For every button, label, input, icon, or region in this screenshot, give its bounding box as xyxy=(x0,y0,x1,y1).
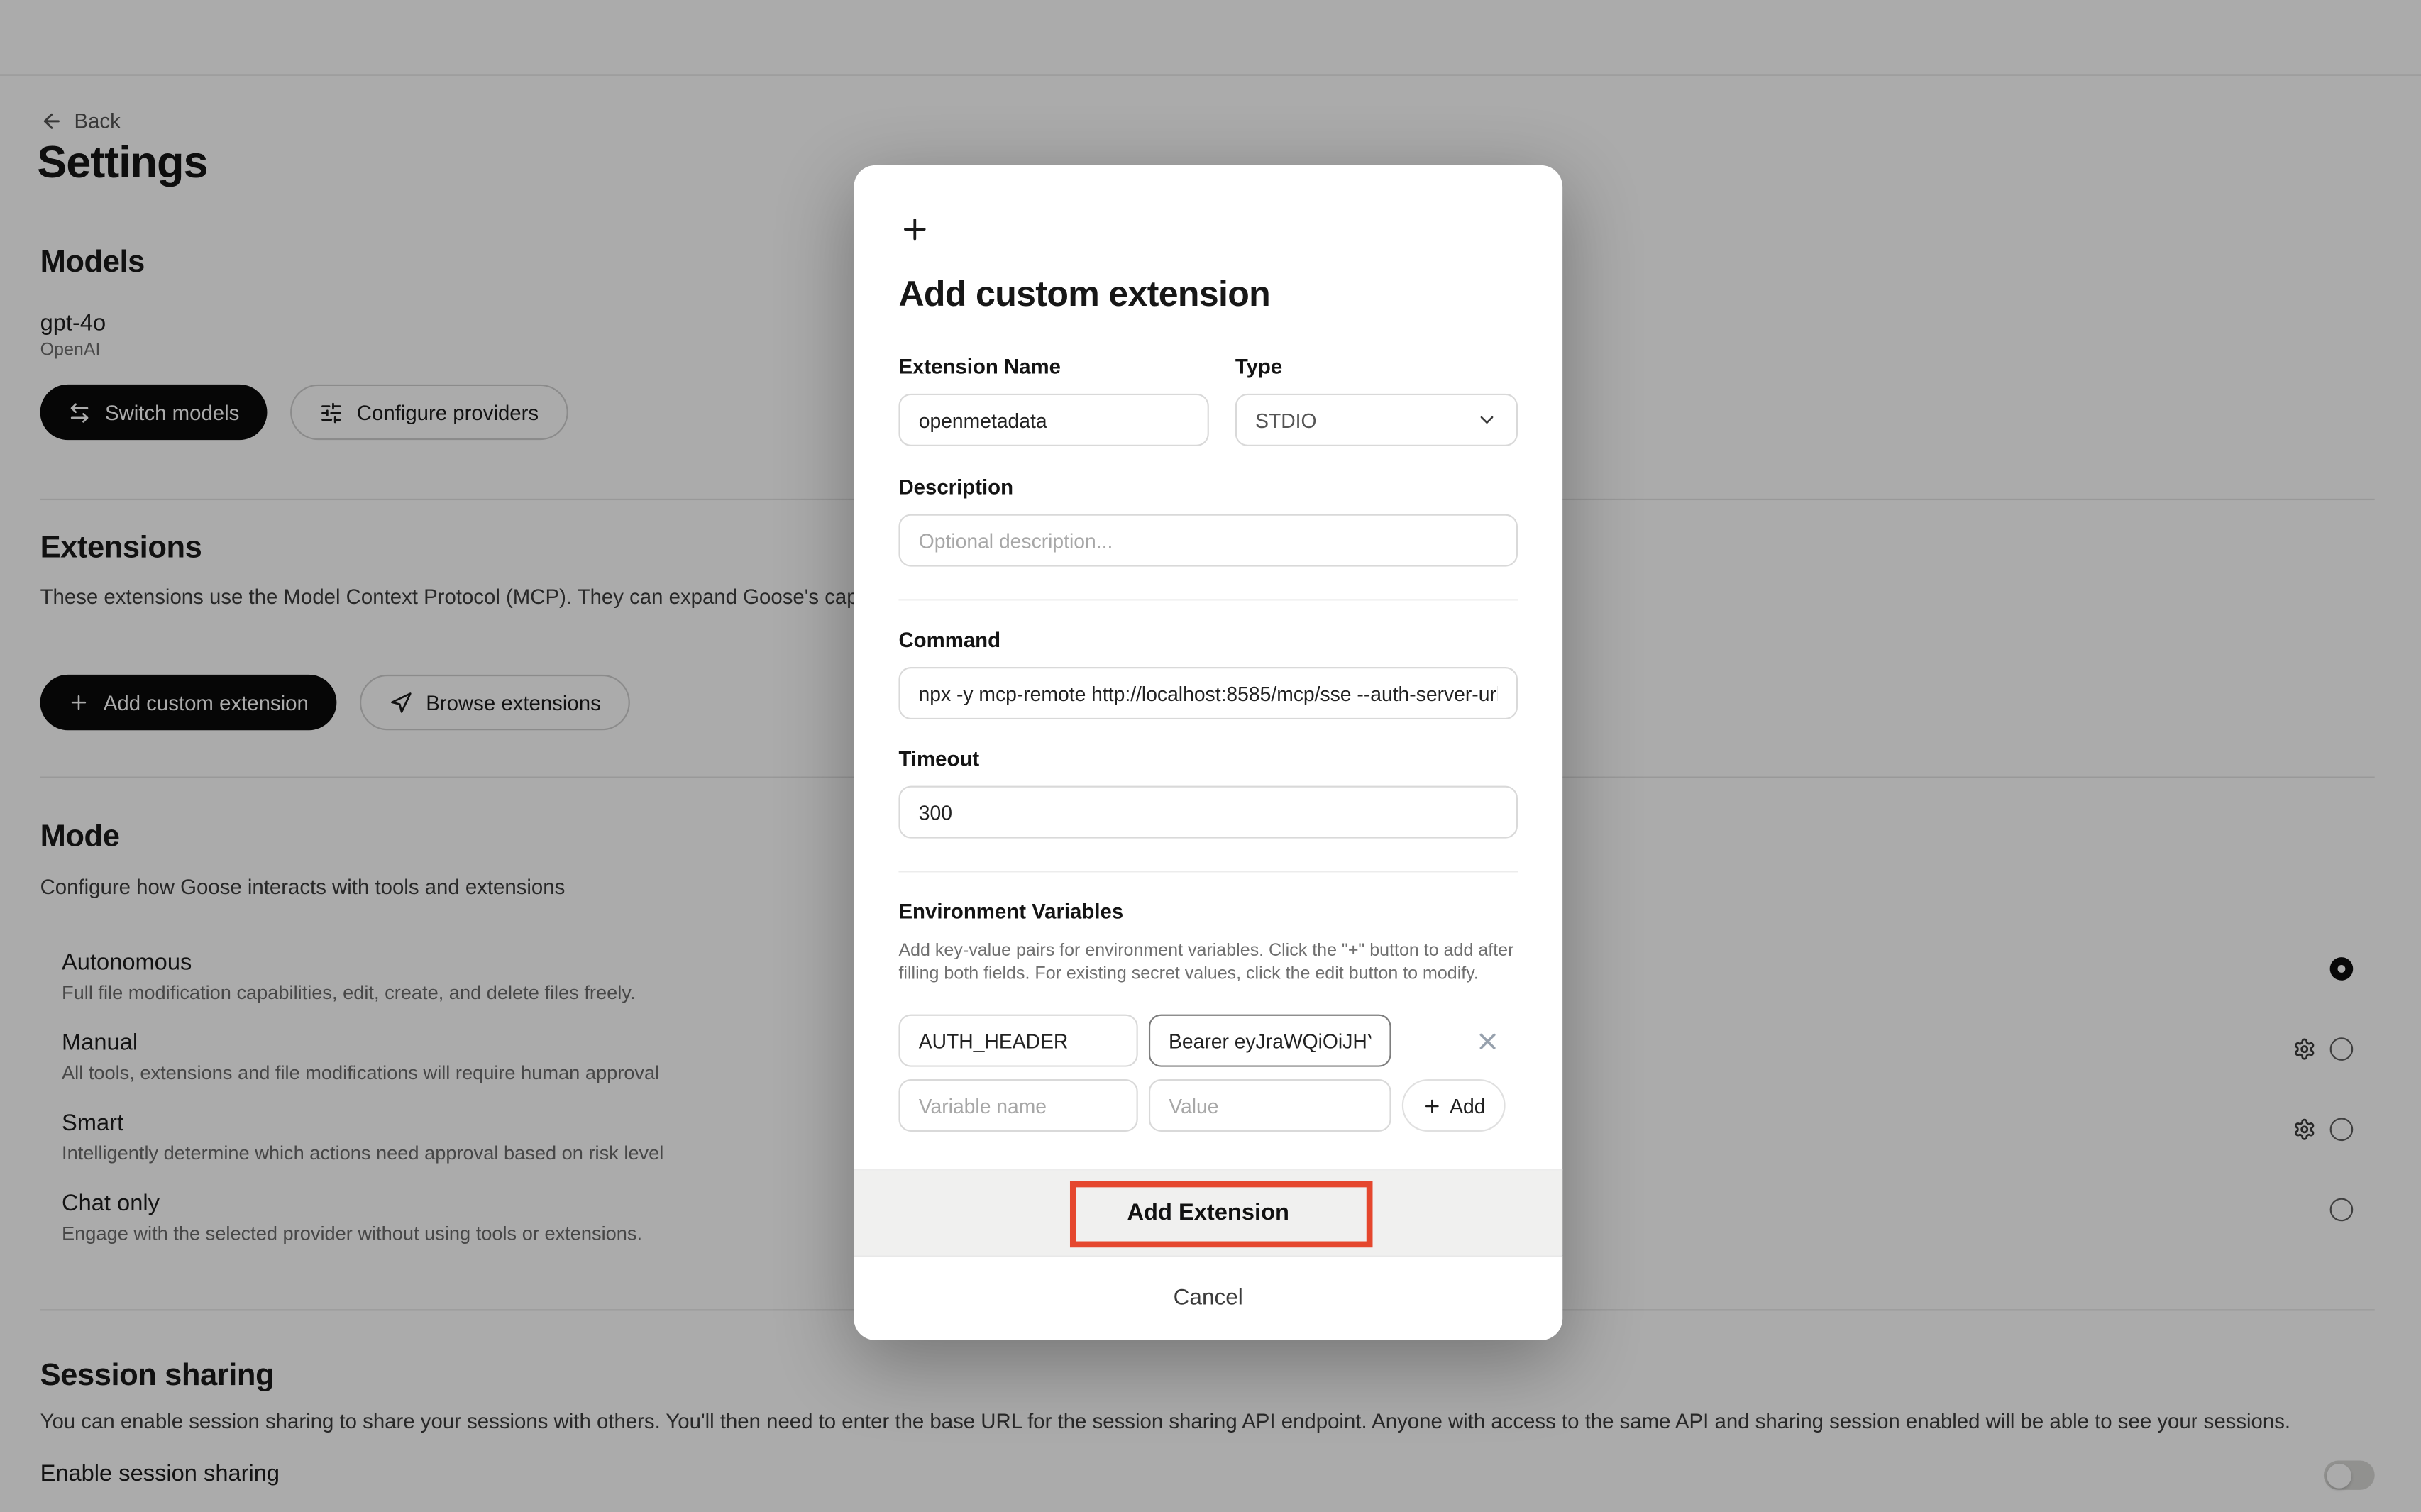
description-input[interactable] xyxy=(898,514,1518,567)
add-custom-extension-modal: Add custom extension Extension Name Type… xyxy=(854,165,1562,1340)
command-input[interactable] xyxy=(898,667,1518,719)
chevron-down-icon xyxy=(1476,409,1497,431)
type-select-value: STDIO xyxy=(1255,409,1316,432)
env-help-line-2: filling both fields. For existing secret… xyxy=(898,964,1518,987)
modal-divider xyxy=(898,871,1518,872)
timeout-label: Timeout xyxy=(898,746,1518,772)
type-label: Type xyxy=(1235,353,1518,380)
extension-name-label: Extension Name xyxy=(898,353,1208,380)
env-var-new-row: Add xyxy=(898,1079,1518,1132)
env-new-value-input[interactable] xyxy=(1149,1079,1391,1132)
env-var-row xyxy=(898,1015,1518,1067)
add-extension-button[interactable]: Add Extension xyxy=(854,1169,1562,1255)
env-key-input[interactable] xyxy=(898,1015,1137,1067)
env-value-input[interactable] xyxy=(1149,1015,1391,1067)
modal-title: Add custom extension xyxy=(898,275,1518,311)
plus-icon xyxy=(898,213,931,245)
environment-variables-heading: Environment Variables xyxy=(898,898,1518,925)
plus-icon xyxy=(1422,1096,1442,1115)
cancel-label: Cancel xyxy=(1174,1286,1243,1311)
app-window: Back Settings Models gpt-4o OpenAI Switc… xyxy=(0,0,2421,1512)
type-select[interactable]: STDIO xyxy=(1235,394,1518,446)
timeout-input[interactable] xyxy=(898,786,1518,839)
command-label: Command xyxy=(898,627,1518,653)
modal-divider xyxy=(898,599,1518,600)
environment-variables-help: Add key-value pairs for environment vari… xyxy=(898,940,1518,986)
env-add-button[interactable]: Add xyxy=(1402,1079,1506,1132)
cancel-button[interactable]: Cancel xyxy=(854,1255,1562,1340)
env-help-line-1: Add key-value pairs for environment vari… xyxy=(898,940,1518,964)
extension-name-input[interactable] xyxy=(898,394,1208,446)
description-label: Description xyxy=(898,474,1518,500)
env-add-label: Add xyxy=(1450,1094,1485,1118)
add-extension-label: Add Extension xyxy=(1127,1200,1289,1226)
close-icon[interactable] xyxy=(1474,1027,1501,1054)
env-new-key-input[interactable] xyxy=(898,1079,1137,1132)
